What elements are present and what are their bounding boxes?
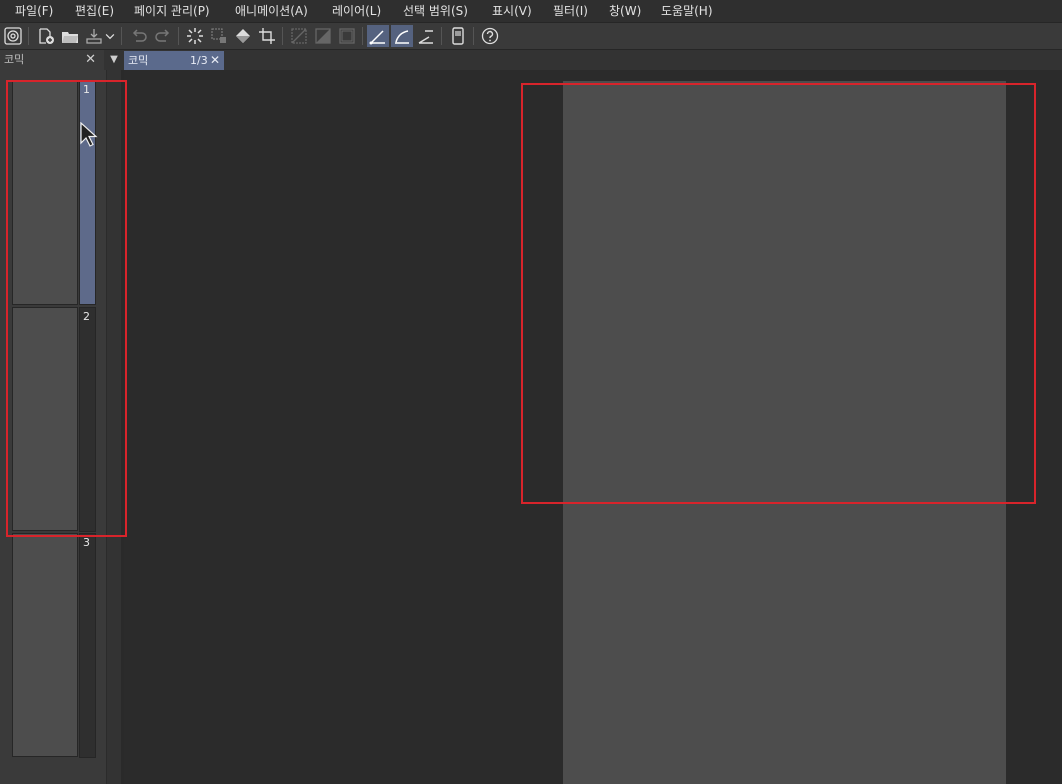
toolbar-separator [282, 27, 283, 45]
toolbar-separator [362, 27, 363, 45]
selection-border-icon[interactable] [336, 25, 358, 47]
help-icon[interactable] [479, 25, 501, 47]
toolbar-separator [121, 27, 122, 45]
toolbar-separator [28, 27, 29, 45]
page-strip[interactable]: 2 [79, 307, 96, 532]
clip-studio-logo-icon[interactable] [2, 25, 24, 47]
menu-page-management[interactable]: 페이지 관리(P) [134, 3, 210, 19]
transform-icon[interactable] [208, 25, 230, 47]
redo-icon[interactable] [152, 25, 174, 47]
new-file-icon[interactable] [35, 25, 57, 47]
page-panel-tab[interactable]: 코믹 ✕ [0, 50, 104, 70]
open-folder-icon[interactable] [59, 25, 81, 47]
document-tab-page: 1/3 [190, 54, 208, 67]
fill-icon[interactable] [232, 25, 254, 47]
menu-view[interactable]: 표시(V) [492, 3, 532, 19]
snap-to-ruler-icon[interactable] [367, 25, 389, 47]
snap-to-special-ruler-icon[interactable] [391, 25, 413, 47]
menu-window[interactable]: 창(W) [609, 3, 641, 19]
menu-selection[interactable]: 선택 범위(S) [403, 3, 468, 19]
menu-edit[interactable]: 편집(E) [75, 3, 114, 19]
menu-help[interactable]: 도움말(H) [661, 3, 713, 19]
clear-icon[interactable] [184, 25, 206, 47]
menu-bar: 파일(F) 편집(E) 페이지 관리(P) 애니메이션(A) 레이어(L) 선택… [0, 0, 1062, 23]
page-thumbnail[interactable] [12, 533, 78, 757]
command-bar [0, 23, 1062, 50]
toolbar-separator [178, 27, 179, 45]
chevron-down-icon[interactable] [103, 25, 117, 47]
page-number: 1 [83, 83, 90, 96]
document-tab-title: 코믹 [128, 54, 149, 67]
undo-icon[interactable] [128, 25, 150, 47]
close-icon[interactable]: ✕ [210, 51, 220, 70]
page-strip[interactable]: 3 [79, 533, 96, 758]
page-thumbnail[interactable] [12, 307, 78, 531]
menu-animation[interactable]: 애니메이션(A) [235, 3, 308, 19]
crop-icon[interactable] [256, 25, 278, 47]
document-tab[interactable]: 코믹 1/3 ✕ [124, 51, 224, 70]
page-manager-panel: 1 2 3 [0, 70, 106, 784]
page-thumbnail[interactable] [12, 81, 78, 305]
menu-file[interactable]: 파일(F) [15, 3, 53, 19]
close-icon[interactable]: ✕ [85, 50, 96, 70]
toolbar-separator [473, 27, 474, 45]
menu-filter[interactable]: 필터(I) [553, 3, 588, 19]
canvas-paper[interactable] [563, 81, 1006, 784]
page-panel-title: 코믹 [4, 53, 25, 66]
chevron-down-icon[interactable]: ▼ [107, 50, 121, 70]
page-number: 3 [83, 536, 90, 549]
page-strip-selected[interactable]: 1 [79, 80, 96, 305]
hide-selection-icon[interactable] [288, 25, 310, 47]
mouse-cursor-icon [80, 121, 98, 148]
invert-selection-icon[interactable] [312, 25, 334, 47]
tablet-settings-icon[interactable] [447, 25, 469, 47]
menu-layer[interactable]: 레이어(L) [332, 3, 381, 19]
panel-scrollbar[interactable] [107, 70, 121, 784]
snap-to-grid-icon[interactable] [415, 25, 437, 47]
save-icon[interactable] [83, 25, 105, 47]
toolbar-separator [441, 27, 442, 45]
page-number: 2 [83, 310, 90, 323]
tab-row: 코믹 ✕ ▼ 코믹 1/3 ✕ [0, 50, 1062, 70]
